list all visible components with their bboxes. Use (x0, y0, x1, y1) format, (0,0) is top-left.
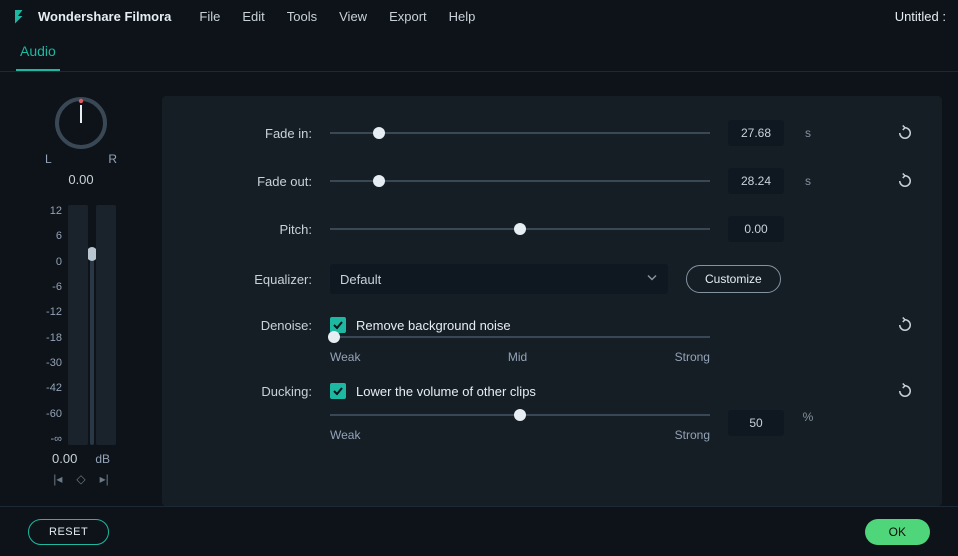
reset-icon[interactable] (896, 172, 914, 190)
tick: -60 (46, 408, 62, 420)
meter-bar-right (96, 205, 116, 445)
equalizer-label: Equalizer: (182, 272, 312, 287)
reset-icon[interactable] (896, 316, 914, 334)
gain-unit: dB (95, 452, 110, 466)
menu-view[interactable]: View (339, 9, 367, 24)
menu-tools[interactable]: Tools (287, 9, 317, 24)
prev-icon[interactable]: |◂ (53, 472, 62, 486)
ducking-unit: % (802, 410, 814, 424)
ok-button[interactable]: OK (865, 519, 930, 545)
ducking-cb-label: Lower the volume of other clips (356, 384, 536, 399)
level-meter: 12 6 0 -6 -12 -18 -30 -42 -60 -∞ (46, 205, 116, 445)
fade-in-value[interactable]: 27.68 (728, 120, 784, 146)
fade-out-label: Fade out: (182, 174, 312, 189)
menu-export[interactable]: Export (389, 9, 427, 24)
balance-knob[interactable] (54, 96, 108, 150)
denoise-cb-label: Remove background noise (356, 318, 511, 333)
content-area: L R 0.00 12 6 0 -6 -12 -18 -30 -42 -60 -… (0, 72, 958, 506)
next-icon[interactable]: ▸| (100, 472, 109, 486)
tab-strip: Audio (0, 32, 958, 72)
tab-audio[interactable]: Audio (16, 35, 60, 71)
balance-knob-wrap: L R 0.00 (45, 96, 117, 187)
denoise-scale-min: Weak (330, 350, 360, 364)
denoise-scale-mid: Mid (508, 350, 527, 364)
balance-right-label: R (108, 152, 117, 166)
balance-left-label: L (45, 152, 52, 166)
gain-value: 0.00 (52, 451, 77, 466)
ducking-label: Ducking: (182, 384, 312, 399)
tick: 0 (46, 256, 62, 268)
fade-out-unit: s (802, 174, 814, 188)
menu-help[interactable]: Help (449, 9, 476, 24)
menu-edit[interactable]: Edit (242, 9, 264, 24)
audio-meter-panel: L R 0.00 12 6 0 -6 -12 -18 -30 -42 -60 -… (16, 96, 146, 506)
filmora-logo-icon (12, 7, 30, 25)
tick: -42 (46, 382, 62, 394)
tick: -12 (46, 306, 62, 318)
app-name: Wondershare Filmora (38, 9, 171, 24)
meter-ticks: 12 6 0 -6 -12 -18 -30 -42 -60 -∞ (46, 205, 62, 445)
ducking-scale-max: Strong (675, 428, 710, 442)
tick: 6 (46, 230, 62, 242)
reset-icon[interactable] (896, 124, 914, 142)
pitch-value[interactable]: 0.00 (728, 216, 784, 242)
transport-controls: |◂ ◇ ▸| (53, 472, 109, 486)
pitch-slider[interactable] (330, 224, 710, 234)
fade-in-slider[interactable] (330, 128, 710, 138)
denoise-slider[interactable] (330, 332, 710, 342)
tick: -30 (46, 357, 62, 369)
chevron-down-icon (646, 272, 658, 287)
meter-bar-left (68, 205, 88, 445)
audio-settings-panel: Fade in: 27.68 s Fade out: 28.24 s Pitch… (162, 96, 942, 506)
menubar: Wondershare Filmora File Edit Tools View… (0, 0, 958, 32)
ducking-value[interactable]: 50 (728, 410, 784, 436)
equalizer-dropdown[interactable]: Default (330, 264, 668, 294)
ducking-checkbox[interactable] (330, 383, 346, 399)
document-title: Untitled : (895, 9, 946, 24)
tick: -6 (46, 281, 62, 293)
balance-value: 0.00 (68, 172, 93, 187)
denoise-label: Denoise: (182, 318, 312, 333)
tick: -∞ (46, 433, 62, 445)
fade-out-slider[interactable] (330, 176, 710, 186)
menu-file[interactable]: File (199, 9, 220, 24)
gain-fader[interactable] (90, 249, 94, 445)
ducking-slider[interactable] (330, 410, 710, 420)
dialog-footer: RESET OK (0, 506, 958, 556)
ducking-scale-min: Weak (330, 428, 360, 442)
menu-list: File Edit Tools View Export Help (199, 9, 475, 24)
reset-icon[interactable] (896, 382, 914, 400)
app-logo-area: Wondershare Filmora (12, 7, 171, 25)
equalizer-value: Default (340, 272, 381, 287)
customize-button[interactable]: Customize (686, 265, 781, 293)
fade-in-label: Fade in: (182, 126, 312, 141)
denoise-scale-max: Strong (675, 350, 710, 364)
tick: 12 (46, 205, 62, 217)
tick: -18 (46, 332, 62, 344)
fade-out-value[interactable]: 28.24 (728, 168, 784, 194)
fade-in-unit: s (802, 126, 814, 140)
reset-button[interactable]: RESET (28, 519, 109, 545)
pitch-label: Pitch: (182, 222, 312, 237)
keyframe-icon[interactable]: ◇ (76, 472, 85, 486)
